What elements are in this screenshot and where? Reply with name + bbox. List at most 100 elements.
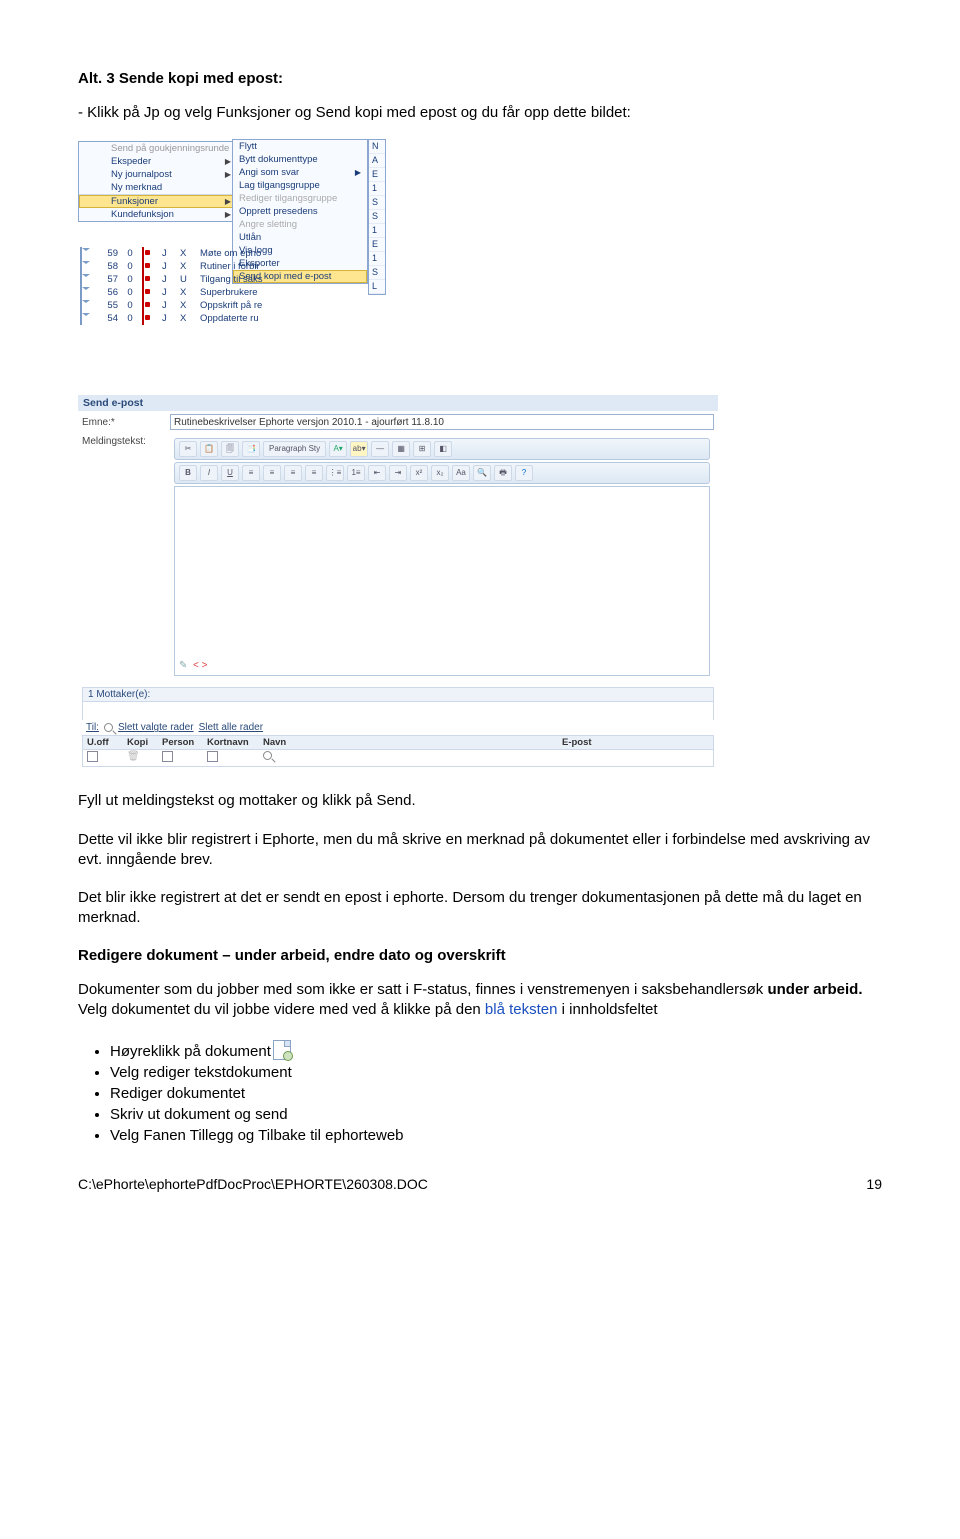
numbered-list-button[interactable]: 1≡ (347, 465, 365, 481)
menu-item-funksjoner[interactable]: Funksjoner▶ (79, 195, 235, 208)
pdf-icon (142, 286, 144, 299)
source-icon[interactable]: < > (193, 660, 207, 671)
paragraph-redigere-body: Dokumenter som du jobber med som ikke er… (78, 980, 882, 1021)
pdf-icon (142, 299, 144, 312)
list-item: Velg Fanen Tillegg og Tilbake til ephort… (110, 1125, 882, 1146)
checkbox[interactable] (162, 751, 173, 762)
til-label: Til: (86, 722, 99, 733)
paragraph-style[interactable]: Paragraph Sty (263, 441, 326, 457)
intro-line: - Klikk på Jp og velg Funksjoner og Send… (78, 103, 882, 123)
submenu-item[interactable]: Angre sletting (233, 218, 367, 231)
toolbar-button[interactable]: ▦ (392, 441, 410, 457)
envelope-icon (80, 286, 82, 299)
screenshot-send-epost: Send e-post Emne:* Meldingstekst: ✂ 📋 🗐 … (78, 395, 882, 767)
outdent-button[interactable]: ⇤ (368, 465, 386, 481)
print-button[interactable]: 🖶 (494, 465, 512, 481)
editor-area[interactable]: ✎ < > (174, 486, 710, 676)
footer-path: C:\ePhorte\ephortePdfDocProc\EPHORTE\260… (78, 1176, 428, 1192)
list-item: Velg rediger tekstdokument (110, 1062, 882, 1083)
editor-toolbar-2: B I U ≡ ≡ ≡ ≡ ⋮≡ 1≡ ⇤ ⇥ x² x₂ Aa 🔍 🖶 ? (174, 462, 710, 484)
align-center-button[interactable]: ≡ (263, 465, 281, 481)
submenu-item[interactable]: Utlån (233, 231, 367, 244)
chevron-right-icon: ▶ (225, 197, 231, 206)
pencil-icon[interactable]: ✎ (179, 660, 187, 671)
table-row[interactable]: 560JXSuperbrukere (78, 286, 388, 299)
emne-label: Emne:* (82, 417, 164, 428)
toolbar-button[interactable]: 📋 (200, 441, 218, 457)
paragraph: Fyll ut meldingstekst og mottaker og kli… (78, 791, 882, 811)
submenu-item[interactable]: Opprett presedens (233, 205, 367, 218)
slett-valgte-link[interactable]: Slett valgte rader (118, 722, 194, 733)
toolbar-button[interactable]: — (371, 441, 389, 457)
toolbar-button[interactable]: ✂ (179, 441, 197, 457)
menu-item[interactable]: Kundefunksjon▶ (79, 208, 235, 221)
submenu-item[interactable]: Lag tilgangsgruppe (233, 179, 367, 192)
chevron-right-icon: ▶ (225, 157, 231, 166)
submenu-item[interactable]: Bytt dokumenttype (233, 153, 367, 166)
align-left-button[interactable]: ≡ (242, 465, 260, 481)
paragraph: Det blir ikke registrert at det er sendt… (78, 888, 882, 929)
underline-button[interactable]: U (221, 465, 239, 481)
envelope-icon (80, 299, 82, 312)
submenu-item[interactable]: Flytt (233, 140, 367, 153)
mottaker-header: 1 Mottaker(e): (82, 687, 714, 702)
paragraph: Dette vil ikke blir registrert i Ephorte… (78, 830, 882, 871)
toolbar-button[interactable]: ⊞ (413, 441, 431, 457)
submenu-item[interactable]: Rediger tilgangsgruppe (233, 192, 367, 205)
help-button[interactable]: ? (515, 465, 533, 481)
envelope-icon (80, 273, 82, 286)
slett-alle-link[interactable]: Slett alle rader (199, 722, 263, 733)
highlight-button[interactable]: ab▾ (350, 441, 368, 457)
heading: Alt. 3 Sende kopi med epost: (78, 70, 882, 87)
meldingstekst-label: Meldingstekst: (82, 436, 164, 447)
list-item: Høyreklikk på dokument (110, 1038, 882, 1062)
subscript-button[interactable]: x₂ (431, 465, 449, 481)
search-icon[interactable] (263, 751, 272, 760)
table-row[interactable]: 550JXOppskrift på re (78, 299, 388, 312)
find-button[interactable]: 🔍 (473, 465, 491, 481)
recipients-row[interactable]: 🗑 (82, 750, 714, 767)
align-right-button[interactable]: ≡ (284, 465, 302, 481)
panel-title: Send e-post (78, 395, 718, 411)
checkbox[interactable] (207, 751, 218, 762)
italic-button[interactable]: I (200, 465, 218, 481)
toolbar-button[interactable]: Aa (452, 465, 470, 481)
heading-redigere: Redigere dokument – under arbeid, endre … (78, 947, 882, 964)
pdf-icon (142, 247, 144, 260)
indent-button[interactable]: ⇥ (389, 465, 407, 481)
checkbox[interactable] (87, 751, 98, 762)
align-justify-button[interactable]: ≡ (305, 465, 323, 481)
table-row[interactable]: 570JUTilgang til saks (78, 273, 388, 286)
pdf-icon (142, 260, 144, 273)
list-item: Rediger dokumentet (110, 1083, 882, 1104)
list-button[interactable]: ⋮≡ (326, 465, 344, 481)
list-item: Skriv ut dokument og send (110, 1104, 882, 1125)
table-row[interactable]: 580JXRutiner i forbir (78, 260, 388, 273)
chevron-right-icon: ▶ (355, 168, 361, 177)
envelope-icon (80, 260, 82, 273)
envelope-icon (80, 312, 82, 325)
search-icon[interactable] (104, 723, 113, 732)
footer-page-number: 19 (866, 1176, 882, 1192)
menu-item[interactable]: Ny merknad (79, 181, 235, 194)
toolbar-button[interactable]: 🗐 (221, 441, 239, 457)
superscript-button[interactable]: x² (410, 465, 428, 481)
font-color-button[interactable]: A▾ (329, 441, 347, 457)
table-row[interactable]: 590JXMøte om epho (78, 247, 388, 260)
pdf-icon (142, 312, 144, 325)
emne-input[interactable] (170, 414, 714, 430)
menu-item[interactable]: Ny journalpost▶ (79, 168, 235, 181)
toolbar-button[interactable]: 📑 (242, 441, 260, 457)
submenu-item[interactable]: Angi som svar▶ (233, 166, 367, 179)
envelope-icon (80, 247, 82, 260)
chevron-right-icon: ▶ (225, 210, 231, 219)
bold-button[interactable]: B (179, 465, 197, 481)
table-row[interactable]: 540JXOppdaterte ru (78, 312, 388, 325)
toolbar-button[interactable]: ◧ (434, 441, 452, 457)
menu-item[interactable]: Ekspeder▶ (79, 155, 235, 168)
recipients-table-header: U.off Kopi Person Kortnavn Navn E-post (82, 735, 714, 750)
editor-toolbar-1: ✂ 📋 🗐 📑 Paragraph Sty A▾ ab▾ — ▦ ⊞ ◧ (174, 438, 710, 460)
bullet-list: Høyreklikk på dokument Velg rediger teks… (78, 1038, 882, 1146)
screenshot-context-menu: Send på goukjenningsrunde Ekspeder▶ Ny j… (78, 141, 882, 371)
menu-item[interactable]: Send på goukjenningsrunde (79, 142, 235, 155)
